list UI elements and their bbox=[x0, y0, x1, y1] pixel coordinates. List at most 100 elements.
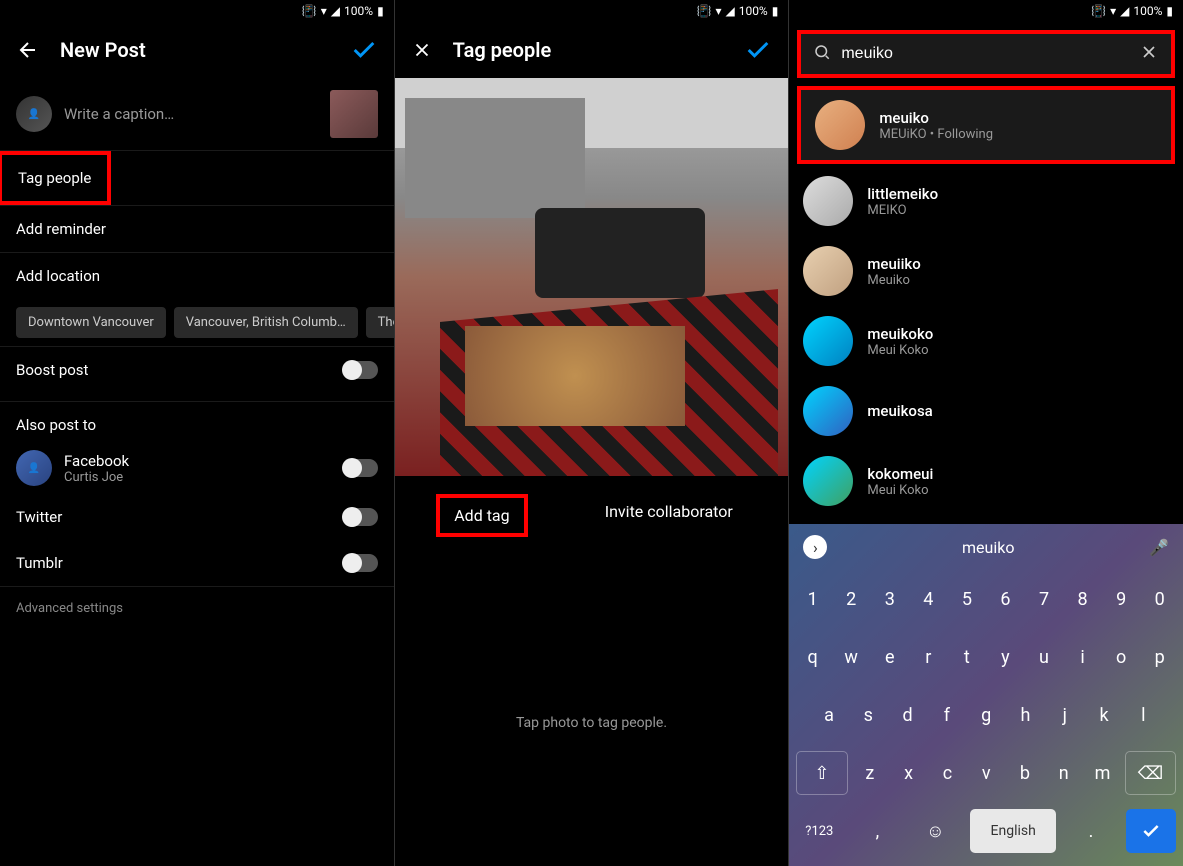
add-location-button[interactable]: Add location bbox=[0, 253, 394, 299]
result-subtitle: Meuiko bbox=[867, 273, 920, 288]
key-u[interactable]: u bbox=[1028, 635, 1061, 679]
screen-new-post: 📳 ▾ ◢ 100% ▮ New Post 👤 Write a caption…… bbox=[0, 0, 394, 866]
page-title: New Post bbox=[60, 38, 330, 62]
vibrate-icon: 📳 bbox=[302, 4, 317, 18]
key-4[interactable]: 4 bbox=[912, 577, 945, 621]
add-tag-button[interactable]: Add tag bbox=[436, 494, 527, 537]
key-z[interactable]: z bbox=[854, 751, 887, 795]
period-key[interactable]: . bbox=[1068, 809, 1114, 853]
caption-input[interactable]: Write a caption… bbox=[64, 105, 318, 123]
result-username: littlemeiko bbox=[867, 185, 938, 203]
key-i[interactable]: i bbox=[1066, 635, 1099, 679]
key-q[interactable]: q bbox=[796, 635, 829, 679]
key-w[interactable]: w bbox=[835, 635, 868, 679]
key-5[interactable]: 5 bbox=[951, 577, 984, 621]
key-o[interactable]: o bbox=[1105, 635, 1138, 679]
search-result[interactable]: kokomeui Meui Koko bbox=[789, 446, 1183, 516]
key-l[interactable]: l bbox=[1127, 693, 1160, 737]
shift-key[interactable]: ⇧ bbox=[796, 751, 847, 795]
tumblr-label: Tumblr bbox=[16, 554, 63, 572]
twitter-label: Twitter bbox=[16, 508, 62, 526]
boost-toggle[interactable] bbox=[344, 361, 378, 379]
mic-icon[interactable]: 🎤 bbox=[1149, 538, 1169, 557]
tap-hint-label: Tap photo to tag people. bbox=[395, 715, 789, 731]
suggestion-text[interactable]: meuiko bbox=[962, 538, 1014, 557]
key-a[interactable]: a bbox=[812, 693, 845, 737]
facebook-toggle[interactable] bbox=[344, 459, 378, 477]
key-3[interactable]: 3 bbox=[873, 577, 906, 621]
key-x[interactable]: x bbox=[892, 751, 925, 795]
nav-bar: ⌄ bbox=[789, 860, 1183, 866]
tumblr-row: Tumblr bbox=[0, 540, 394, 586]
signal-icon: ◢ bbox=[331, 4, 340, 18]
search-result[interactable]: meuiko MEUiKO • Following bbox=[797, 86, 1175, 164]
key-j[interactable]: j bbox=[1048, 693, 1081, 737]
key-7[interactable]: 7 bbox=[1028, 577, 1061, 621]
confirm-icon[interactable] bbox=[744, 36, 772, 64]
key-t[interactable]: t bbox=[951, 635, 984, 679]
space-key[interactable]: English bbox=[970, 809, 1056, 853]
result-subtitle: MEUiKO • Following bbox=[879, 127, 993, 142]
location-chip[interactable]: Vancouver, British Columb… bbox=[174, 307, 358, 338]
tumblr-toggle[interactable] bbox=[344, 554, 378, 572]
search-result[interactable]: littlemeiko MEIKO bbox=[789, 166, 1183, 236]
key-k[interactable]: k bbox=[1087, 693, 1120, 737]
advanced-settings-button[interactable]: Advanced settings bbox=[0, 587, 394, 630]
result-username: kokomeui bbox=[867, 465, 933, 483]
status-bar: 📳 ▾ ◢ 100% ▮ bbox=[789, 0, 1183, 22]
key-r[interactable]: r bbox=[912, 635, 945, 679]
emoji-key[interactable]: ☺ bbox=[912, 809, 958, 853]
comma-key[interactable]: , bbox=[854, 809, 900, 853]
key-v[interactable]: v bbox=[970, 751, 1003, 795]
key-2[interactable]: 2 bbox=[835, 577, 868, 621]
key-6[interactable]: 6 bbox=[989, 577, 1022, 621]
backspace-key[interactable]: ⌫ bbox=[1125, 751, 1176, 795]
result-avatar bbox=[815, 100, 865, 150]
search-result[interactable]: meuikoko Meui Koko bbox=[789, 306, 1183, 376]
key-c[interactable]: c bbox=[931, 751, 964, 795]
key-8[interactable]: 8 bbox=[1066, 577, 1099, 621]
key-1[interactable]: 1 bbox=[796, 577, 829, 621]
back-icon[interactable] bbox=[16, 38, 40, 62]
key-d[interactable]: d bbox=[891, 693, 924, 737]
key-n[interactable]: n bbox=[1047, 751, 1080, 795]
symbols-key[interactable]: ?123 bbox=[796, 809, 842, 853]
key-p[interactable]: p bbox=[1143, 635, 1176, 679]
invite-collaborator-button[interactable]: Invite collaborator bbox=[591, 494, 747, 537]
result-subtitle: MEIKO bbox=[867, 203, 938, 218]
tag-people-button[interactable]: Tag people bbox=[0, 151, 111, 205]
key-s[interactable]: s bbox=[852, 693, 885, 737]
twitter-row: Twitter bbox=[0, 494, 394, 540]
key-m[interactable]: m bbox=[1086, 751, 1119, 795]
search-input[interactable] bbox=[841, 45, 1129, 63]
key-0[interactable]: 0 bbox=[1143, 577, 1176, 621]
key-y[interactable]: y bbox=[989, 635, 1022, 679]
key-b[interactable]: b bbox=[1009, 751, 1042, 795]
key-f[interactable]: f bbox=[930, 693, 963, 737]
key-g[interactable]: g bbox=[970, 693, 1003, 737]
chevron-right-icon[interactable]: › bbox=[803, 535, 827, 559]
boost-post-label: Boost post bbox=[16, 361, 88, 379]
search-result[interactable]: meuiiko Meuiko bbox=[789, 236, 1183, 306]
signal-icon: ◢ bbox=[725, 4, 734, 18]
location-chip[interactable]: Downtown Vancouver bbox=[16, 307, 166, 338]
key-e[interactable]: e bbox=[873, 635, 906, 679]
close-icon[interactable] bbox=[411, 39, 433, 61]
key-h[interactable]: h bbox=[1009, 693, 1042, 737]
search-result[interactable]: meuikosa bbox=[789, 376, 1183, 446]
clear-icon[interactable] bbox=[1139, 42, 1159, 66]
screen-search-people: 📳 ▾ ◢ 100% ▮ meuiko MEUiKO • Following l… bbox=[789, 0, 1183, 866]
vibrate-icon: 📳 bbox=[1091, 4, 1106, 18]
enter-key[interactable] bbox=[1126, 809, 1176, 853]
key-9[interactable]: 9 bbox=[1105, 577, 1138, 621]
add-reminder-button[interactable]: Add reminder bbox=[0, 206, 394, 252]
add-location-label: Add location bbox=[16, 267, 100, 285]
post-photo[interactable] bbox=[395, 78, 789, 476]
tag-actions: Add tag Invite collaborator bbox=[395, 476, 789, 555]
twitter-toggle[interactable] bbox=[344, 508, 378, 526]
post-thumbnail[interactable] bbox=[330, 90, 378, 138]
confirm-icon[interactable] bbox=[350, 36, 378, 64]
keyboard-row-zxcv: ⇧ z x c v b n m ⌫ bbox=[789, 744, 1183, 802]
battery-icon: ▮ bbox=[772, 4, 779, 18]
location-chip[interactable]: The F bbox=[366, 307, 394, 338]
